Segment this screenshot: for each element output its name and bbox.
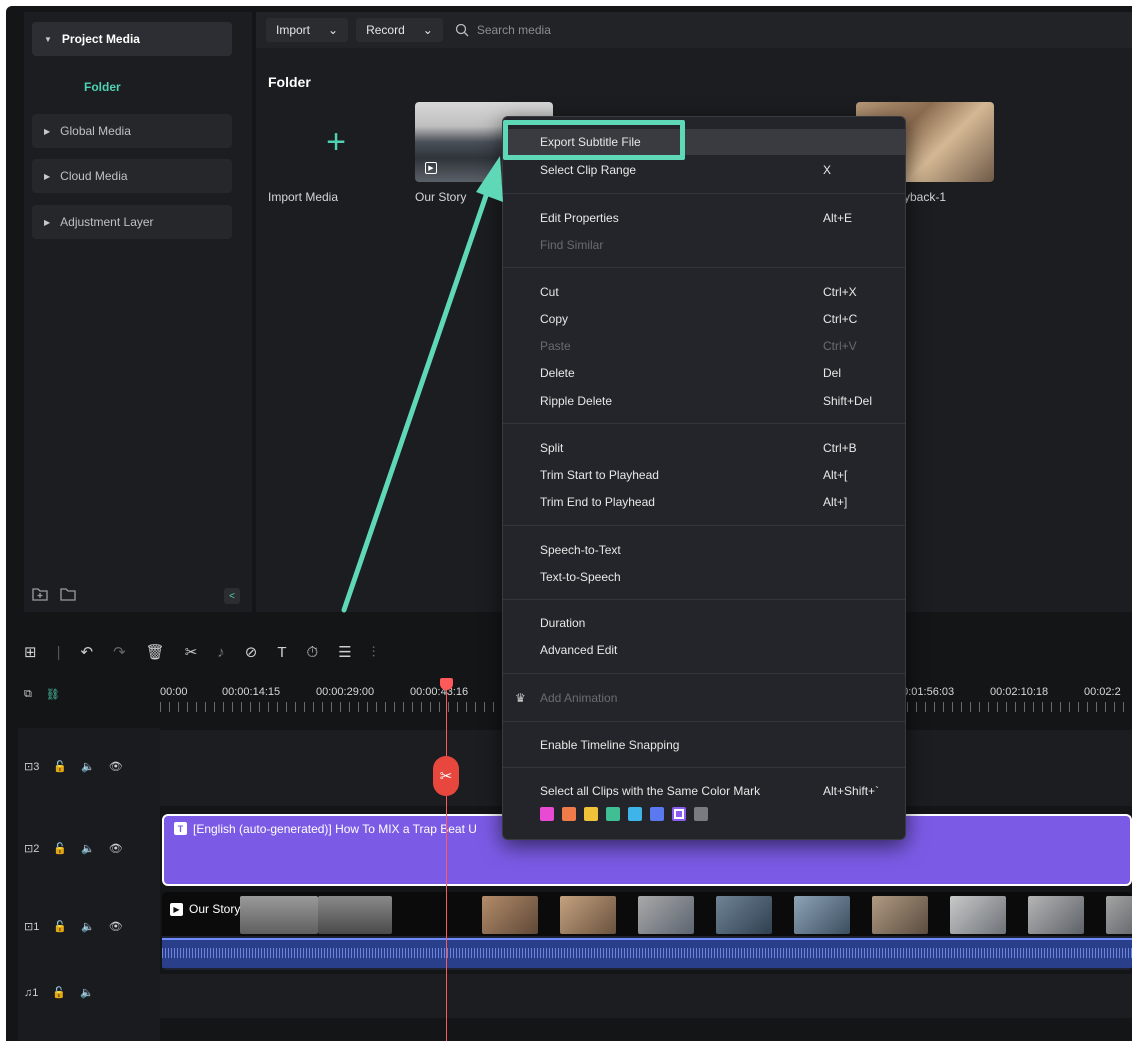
app-window: ▼ Project Media Folder ▶ Global Media ▶ … (6, 6, 1132, 1041)
annotation-arrow (341, 156, 503, 613)
